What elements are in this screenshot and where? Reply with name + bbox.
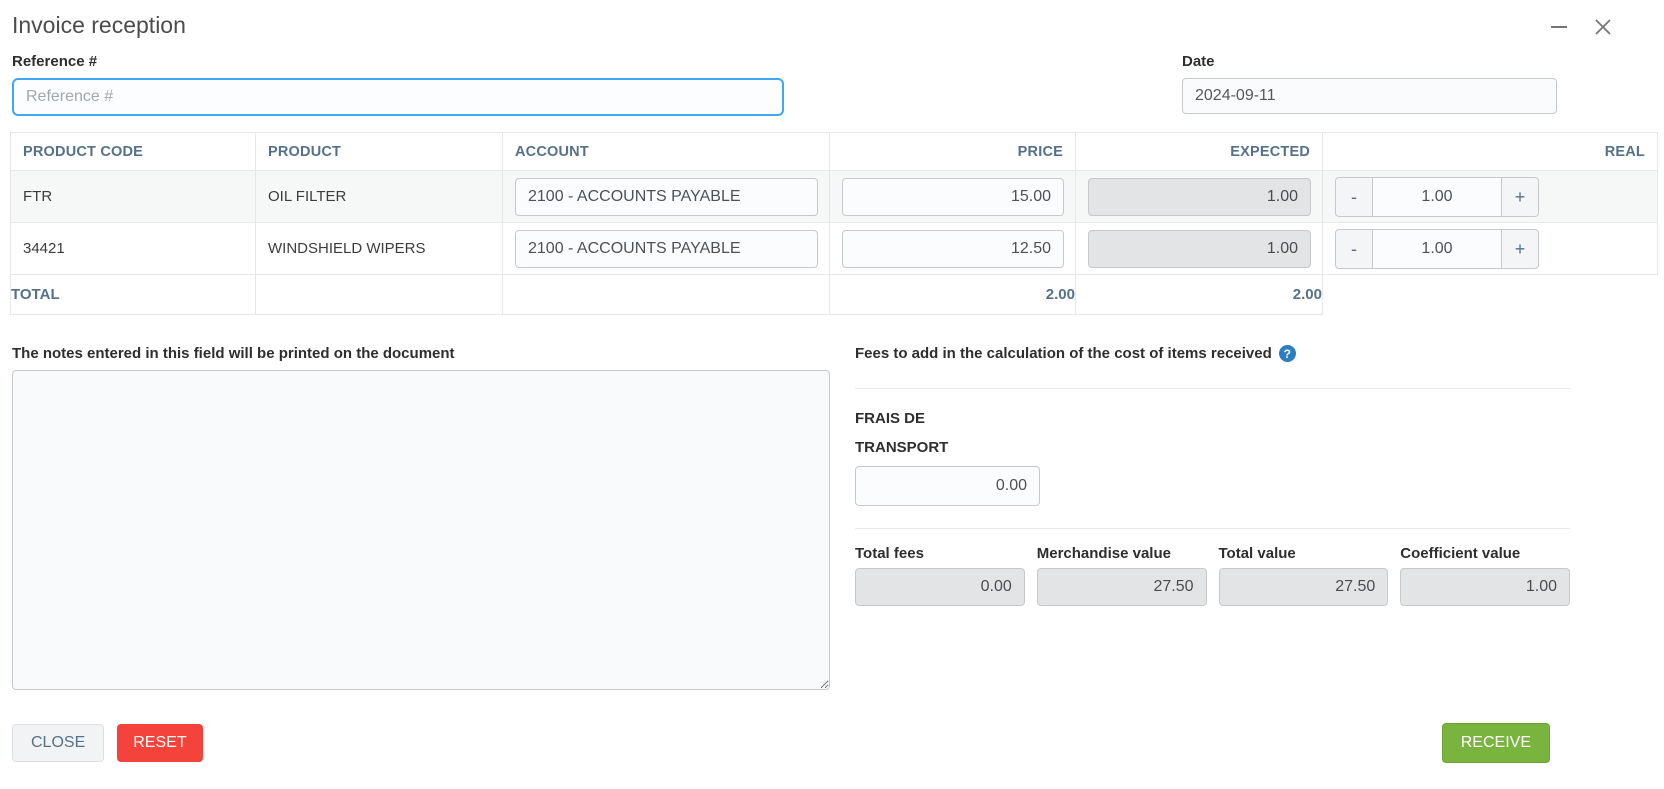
column-header-real: REAL xyxy=(1323,133,1658,171)
total-row: TOTAL 2.00 2.00 xyxy=(11,275,1658,315)
total-empty-real xyxy=(1323,275,1658,315)
decrement-button[interactable]: - xyxy=(1335,177,1373,217)
total-empty-account xyxy=(503,275,830,315)
product-code-cell: FTR xyxy=(11,171,256,223)
summary-field-input xyxy=(1219,568,1389,606)
real-quantity-input[interactable] xyxy=(1372,177,1502,217)
expected-input xyxy=(1088,230,1311,268)
increment-button[interactable]: + xyxy=(1501,177,1539,217)
notes-textarea[interactable] xyxy=(12,370,830,690)
product-name-cell: OIL FILTER xyxy=(256,171,503,223)
fees-heading: Fees to add in the calculation of the co… xyxy=(855,345,1272,362)
column-header-price: PRICE xyxy=(830,133,1076,171)
expected-cell xyxy=(1076,223,1323,275)
total-price-value: 2.00 xyxy=(830,275,1076,315)
invoice-reception-dialog: Invoice reception Reference # Date xyxy=(0,0,1664,789)
product-name-cell: WINDSHIELD WIPERS xyxy=(256,223,503,275)
summary-field: Coefficient value xyxy=(1400,545,1570,606)
quantity-stepper: - + xyxy=(1335,229,1539,269)
account-cell xyxy=(503,223,830,275)
table-header-row: PRODUCT CODE PRODUCT ACCOUNT PRICE EXPEC… xyxy=(11,133,1658,171)
account-input[interactable] xyxy=(515,178,818,216)
fees-summary-grid: Total fees Merchandise value Total value… xyxy=(855,545,1570,606)
decrement-button[interactable]: - xyxy=(1335,229,1373,269)
date-field-group: Date xyxy=(1182,53,1557,116)
lower-section: The notes entered in this field will be … xyxy=(10,315,1654,695)
close-icon[interactable] xyxy=(1592,16,1614,38)
column-header-product-code: PRODUCT CODE xyxy=(11,133,256,171)
window-controls xyxy=(1548,16,1614,38)
real-quantity-input[interactable] xyxy=(1372,229,1502,269)
reference-label: Reference # xyxy=(12,53,784,70)
price-input[interactable] xyxy=(842,178,1064,216)
summary-field-label: Coefficient value xyxy=(1400,545,1570,562)
total-expected-value: 2.00 xyxy=(1076,275,1323,315)
top-form-row: Reference # Date xyxy=(10,39,1654,116)
fee-item-label: FRAIS DE TRANSPORT xyxy=(855,405,985,462)
fee-item-input[interactable] xyxy=(855,466,1040,506)
real-cell: - + xyxy=(1323,171,1658,223)
products-table: PRODUCT CODE PRODUCT ACCOUNT PRICE EXPEC… xyxy=(10,132,1658,315)
summary-field-input xyxy=(1400,568,1570,606)
notes-label: The notes entered in this field will be … xyxy=(12,345,830,362)
dialog-footer: CLOSE RESET RECEIVE xyxy=(10,695,1654,763)
date-input[interactable] xyxy=(1182,78,1557,114)
fee-items-container: FRAIS DE TRANSPORT xyxy=(855,405,1570,506)
page-title: Invoice reception xyxy=(12,12,186,39)
minimize-icon[interactable] xyxy=(1548,16,1570,38)
real-cell: - + xyxy=(1323,223,1658,275)
product-code-cell: 34421 xyxy=(11,223,256,275)
price-input[interactable] xyxy=(842,230,1064,268)
fees-divider-bottom xyxy=(855,528,1570,529)
table-row: FTR OIL FILTER - + xyxy=(11,171,1658,223)
column-header-product: PRODUCT xyxy=(256,133,503,171)
notes-group: The notes entered in this field will be … xyxy=(12,345,830,695)
account-cell xyxy=(503,171,830,223)
summary-field-input xyxy=(855,568,1025,606)
price-cell xyxy=(830,223,1076,275)
summary-field: Total value xyxy=(1219,545,1389,606)
fees-divider-top xyxy=(855,388,1570,389)
help-icon[interactable]: ? xyxy=(1279,345,1296,362)
table-row: 34421 WINDSHIELD WIPERS - + xyxy=(11,223,1658,275)
summary-field-label: Total value xyxy=(1219,545,1389,562)
expected-input xyxy=(1088,178,1311,216)
product-table-body: FTR OIL FILTER - + 34421 WINDSHIELD W xyxy=(11,171,1658,275)
summary-field-label: Merchandise value xyxy=(1037,545,1207,562)
reset-button[interactable]: RESET xyxy=(117,724,202,762)
account-input[interactable] xyxy=(515,230,818,268)
fee-item: FRAIS DE TRANSPORT xyxy=(855,405,1570,506)
expected-cell xyxy=(1076,171,1323,223)
price-cell xyxy=(830,171,1076,223)
total-label: TOTAL xyxy=(11,275,256,315)
reference-input[interactable] xyxy=(12,78,784,116)
date-label: Date xyxy=(1182,53,1557,70)
receive-button[interactable]: RECEIVE xyxy=(1442,723,1550,763)
quantity-stepper: - + xyxy=(1335,177,1539,217)
column-header-expected: EXPECTED xyxy=(1076,133,1323,171)
increment-button[interactable]: + xyxy=(1501,229,1539,269)
summary-field: Total fees xyxy=(855,545,1025,606)
close-button[interactable]: CLOSE xyxy=(12,724,104,762)
column-header-account: ACCOUNT xyxy=(503,133,830,171)
summary-field-label: Total fees xyxy=(855,545,1025,562)
summary-field: Merchandise value xyxy=(1037,545,1207,606)
summary-field-input xyxy=(1037,568,1207,606)
total-empty-product xyxy=(256,275,503,315)
fees-panel: Fees to add in the calculation of the co… xyxy=(855,345,1570,695)
dialog-header: Invoice reception xyxy=(10,10,1654,39)
reference-field-group: Reference # xyxy=(12,53,784,116)
